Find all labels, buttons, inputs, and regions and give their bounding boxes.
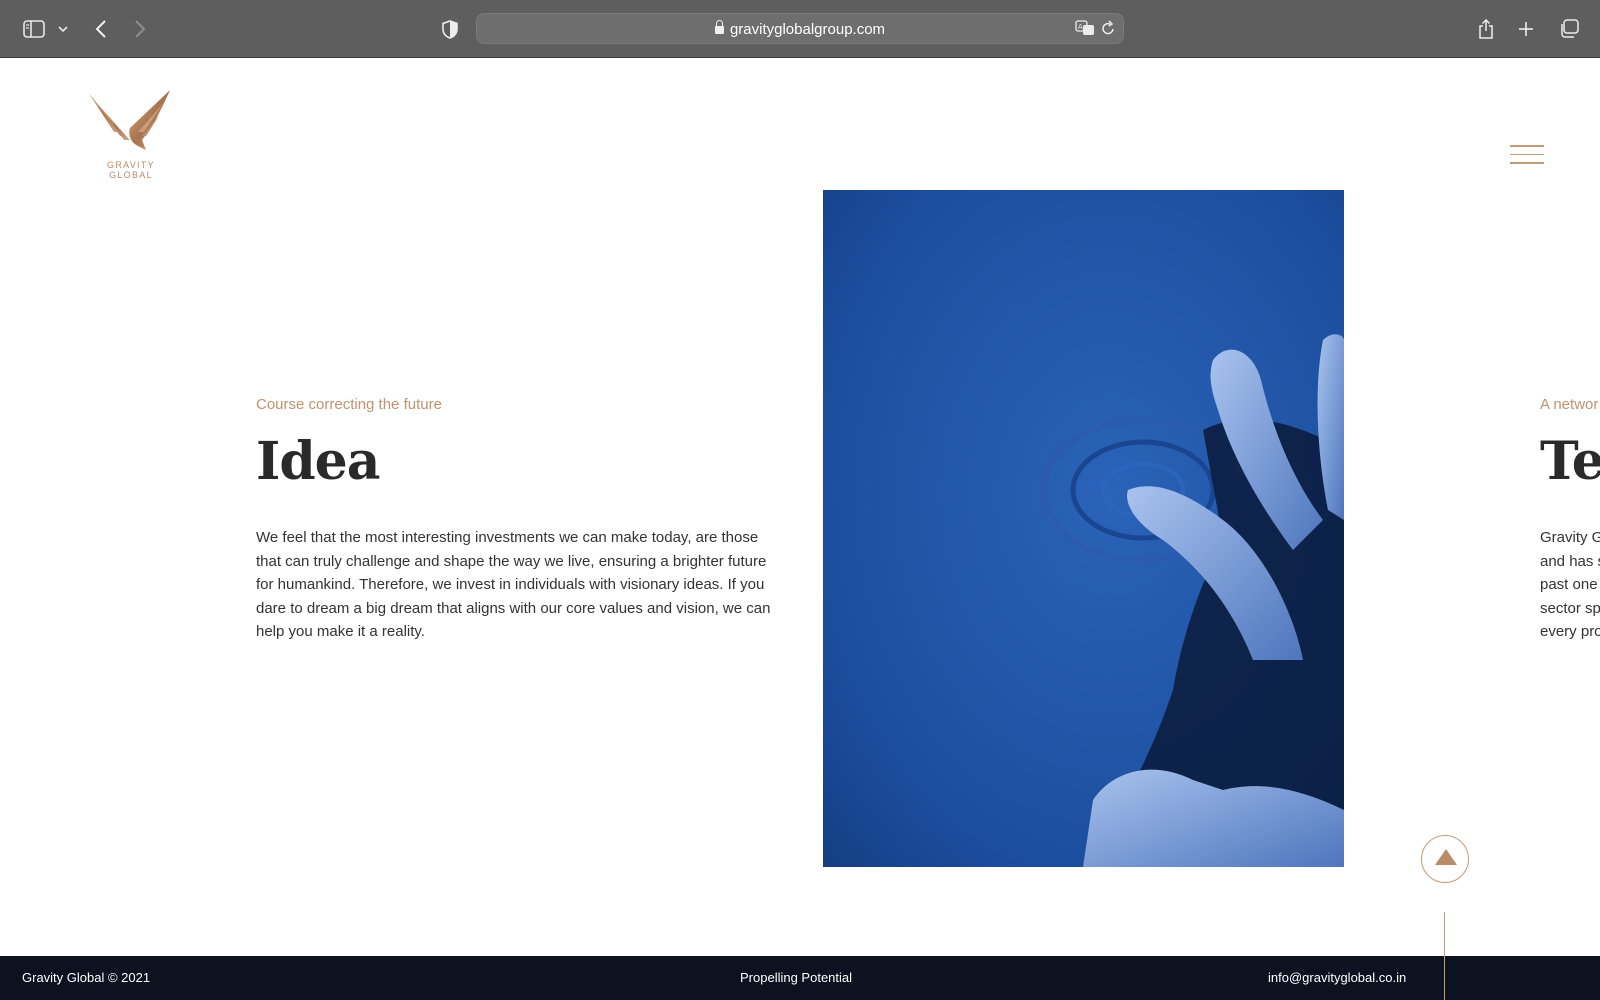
sidebar-icon[interactable]: [22, 15, 46, 43]
scroll-up-button[interactable]: [1421, 835, 1469, 883]
body-line: past one: [1540, 576, 1598, 593]
body-line: every pro: [1540, 623, 1600, 640]
body-line: and has s: [1540, 552, 1600, 570]
translate-icon[interactable]: A: [1075, 20, 1095, 40]
chevron-down-icon[interactable]: [56, 15, 70, 43]
hamburger-menu-icon[interactable]: [1510, 145, 1546, 167]
back-icon[interactable]: [92, 15, 110, 43]
footer-email-link[interactable]: info@gravityglobal.co.in: [1268, 970, 1406, 985]
shield-icon[interactable]: [440, 15, 460, 43]
progress-line: [1444, 912, 1445, 1000]
eagle-logo-icon: [88, 90, 170, 150]
section-heading: Te: [1540, 431, 1600, 492]
browser-toolbar: gravityglobalgroup.com A: [0, 0, 1600, 58]
body-line: Gravity G: [1540, 529, 1600, 546]
svg-text:A: A: [1078, 23, 1083, 31]
section-heading: Idea: [256, 431, 380, 492]
plus-icon[interactable]: [1516, 15, 1536, 43]
address-bar[interactable]: gravityglobalgroup.com A: [476, 13, 1124, 44]
footer-tagline: Propelling Potential: [740, 970, 853, 985]
team-section-preview: A networ Te Gravity G and has s past one…: [1540, 380, 1600, 644]
lock-icon: [714, 20, 724, 34]
url-text: gravityglobalgroup.com: [729, 21, 886, 38]
forward-icon[interactable]: [131, 15, 149, 43]
idea-section: Course correcting the future Idea We fee…: [256, 380, 776, 644]
section-body: We feel that the most interesting invest…: [256, 529, 771, 640]
reload-icon[interactable]: [1101, 20, 1115, 40]
footer-copyright: Gravity Global © 2021: [22, 970, 151, 985]
body-line: sector sp: [1540, 599, 1600, 617]
menu-line: [1510, 145, 1544, 147]
hand-in-water-image: [823, 190, 1344, 867]
menu-line: [1510, 153, 1544, 155]
section-eyebrow: Course correcting the future: [256, 396, 442, 413]
tabs-icon[interactable]: [1558, 15, 1580, 43]
share-icon[interactable]: [1476, 15, 1496, 43]
menu-line: [1510, 162, 1544, 164]
logo-wordmark: GRAVITY GLOBAL: [107, 160, 155, 180]
site-footer: Gravity Global © 2021 Propelling Potenti…: [0, 956, 1600, 1000]
site-logo[interactable]: GRAVITY GLOBAL: [86, 88, 176, 180]
section-eyebrow: A networ: [1540, 396, 1599, 413]
section-body: Gravity G and has s past one sector sp e…: [1540, 526, 1600, 644]
